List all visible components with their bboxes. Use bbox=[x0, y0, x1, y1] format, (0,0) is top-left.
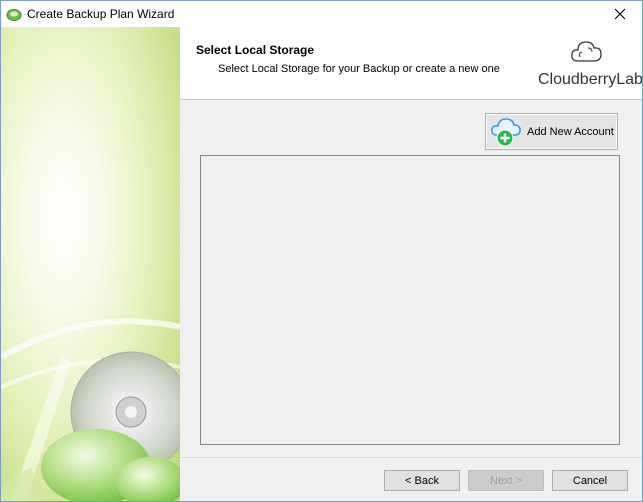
page-title: Select Local Storage bbox=[196, 43, 315, 57]
cloudberry-logo-text: CloudberryLab bbox=[538, 71, 643, 88]
add-cloud-account-icon bbox=[490, 117, 522, 147]
page-subtitle: Select Local Storage for your Backup or … bbox=[218, 63, 500, 75]
wizard-header: Select Local Storage Select Local Storag… bbox=[180, 27, 642, 100]
title-bar[interactable]: Create Backup Plan Wizard bbox=[1, 1, 642, 27]
back-button[interactable]: < Back bbox=[384, 470, 460, 491]
close-icon bbox=[614, 8, 626, 20]
next-button[interactable]: Next > bbox=[468, 470, 544, 491]
app-icon bbox=[6, 7, 22, 21]
close-button[interactable] bbox=[598, 1, 642, 27]
wizard-side-banner bbox=[1, 27, 180, 501]
window-title: Create Backup Plan Wizard bbox=[27, 7, 175, 21]
footer-divider bbox=[180, 457, 642, 458]
wizard-window: Create Backup Plan Wizard Select Local S… bbox=[0, 0, 643, 502]
cancel-button[interactable]: Cancel bbox=[552, 470, 628, 491]
local-storage-list[interactable] bbox=[200, 155, 620, 445]
add-new-account-label: Add New Account bbox=[527, 126, 614, 138]
disc-illustration bbox=[1, 318, 180, 501]
cloudberry-logo-icon bbox=[568, 37, 604, 67]
add-new-account-button[interactable]: Add New Account bbox=[485, 113, 618, 150]
